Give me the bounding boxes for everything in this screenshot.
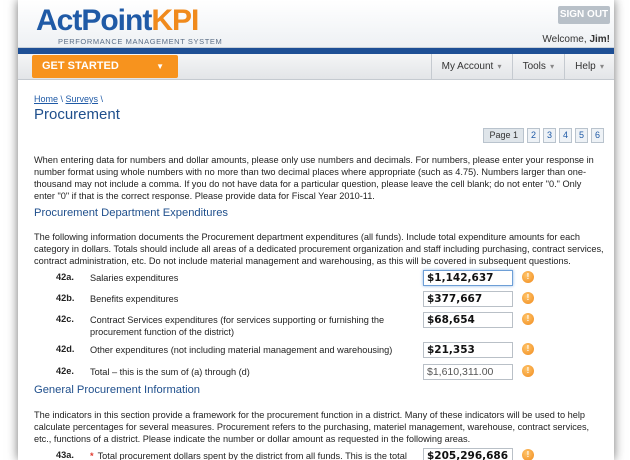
question-number: 42d. [56, 344, 75, 354]
question-row-43a: 43a. * Total procurement dollars spent by… [34, 448, 604, 460]
chevron-down-icon: ▾ [547, 62, 555, 71]
other-expenditures-input[interactable]: $21,353 [423, 342, 513, 358]
info-icon[interactable]: ! [522, 365, 534, 377]
header: ActPointKPI PERFORMANCE MANAGEMENT SYSTE… [18, 0, 614, 48]
question-label-text: Total procurement dollars spent by the d… [97, 451, 407, 460]
app-window: ActPointKPI PERFORMANCE MANAGEMENT SYSTE… [18, 0, 614, 460]
page-4-link[interactable]: 4 [559, 128, 572, 143]
question-label: Salaries expenditures [90, 273, 179, 283]
page-5-link[interactable]: 5 [575, 128, 588, 143]
logo-kpi-text: KPI [151, 4, 199, 37]
info-icon[interactable]: ! [522, 343, 534, 355]
question-label: Contract Services expenditures (for serv… [90, 315, 385, 337]
pagination: Page 1 2 3 4 5 6 [483, 128, 604, 143]
question-row-42c: 42c. Contract Services expenditures (for… [34, 312, 604, 337]
question-label: Total – this is the sum of (a) through (… [90, 367, 250, 377]
breadcrumb-surveys[interactable]: Surveys [66, 94, 99, 104]
section-description-expenditures: The following information documents the … [34, 232, 604, 266]
info-icon[interactable]: ! [522, 292, 534, 304]
question-row-42a: 42a. Salaries expenditures $1,142,637 ! [34, 270, 604, 288]
question-row-42b: 42b. Benefits expenditures $377,667 ! [34, 291, 604, 309]
breadcrumb: Home \ Surveys \ [34, 94, 104, 104]
chevron-down-icon: ▾ [597, 62, 604, 71]
required-marker: * [90, 451, 94, 460]
nav-bar: GET STARTED ▼ My Account ▾ Tools ▾ Help … [18, 54, 614, 80]
welcome-prefix: Welcome, [542, 34, 590, 45]
benefits-expenditures-input[interactable]: $377,667 [423, 291, 513, 307]
page-6-link[interactable]: 6 [591, 128, 604, 143]
logo-act-text: ActPoint [36, 4, 152, 37]
main-content: Home \ Surveys \ Procurement Page 1 2 3 … [34, 94, 604, 460]
page-title: Procurement [34, 106, 120, 123]
info-icon[interactable]: ! [522, 449, 534, 460]
question-number: 42a. [56, 272, 74, 282]
page-1-current: Page 1 [483, 128, 524, 143]
nav-tools-label: Tools [522, 61, 546, 72]
question-label: Benefits expenditures [90, 294, 179, 304]
page-2-link[interactable]: 2 [527, 128, 540, 143]
get-started-button[interactable]: GET STARTED ▼ [32, 55, 178, 78]
salaries-expenditures-input[interactable]: $1,142,637 [423, 270, 513, 286]
question-label: * Total procurement dollars spent by the … [90, 450, 430, 460]
sign-out-button[interactable]: SIGN OUT [558, 6, 610, 24]
welcome-user: Jim! [589, 34, 610, 45]
nav-menu: My Account ▾ Tools ▾ Help ▾ [430, 54, 614, 80]
logo-tagline: PERFORMANCE MANAGEMENT SYSTEM [58, 37, 223, 46]
question-row-42d: 42d. Other expenditures (not including m… [34, 342, 604, 360]
question-row-42e: 42e. Total – this is the sum of (a) thro… [34, 364, 604, 382]
contract-services-expenditures-input[interactable]: $68,654 [423, 312, 513, 328]
info-icon[interactable]: ! [522, 271, 534, 283]
question-number: 42e. [56, 366, 74, 376]
total-expenditures-readonly: $1,610,311.00 [423, 364, 513, 380]
info-icon[interactable]: ! [522, 313, 534, 325]
total-procurement-dollars-input[interactable]: $205,296,686 [423, 448, 513, 460]
section-description-general: The indicators in this section provide a… [34, 410, 590, 444]
actpoint-kpi-logo[interactable]: ActPointKPI PERFORMANCE MANAGEMENT SYSTE… [36, 4, 223, 47]
nav-tools[interactable]: Tools ▾ [511, 54, 565, 80]
question-number: 43a. [56, 450, 74, 460]
question-number: 42c. [56, 314, 74, 324]
welcome-message: Welcome, Jim! [542, 34, 610, 45]
nav-help[interactable]: Help ▾ [564, 54, 614, 80]
page-3-link[interactable]: 3 [543, 128, 556, 143]
chevron-down-icon: ▾ [495, 62, 502, 71]
section-title-general: General Procurement Information [34, 384, 201, 396]
chevron-down-icon: ▼ [156, 62, 164, 71]
question-label: Other expenditures (not including materi… [90, 345, 393, 355]
breadcrumb-home[interactable]: Home [34, 94, 58, 104]
instructions-text: When entering data for numbers and dolla… [34, 155, 594, 201]
section-title-expenditures: Procurement Department Expenditures [34, 207, 229, 219]
nav-help-label: Help [575, 61, 596, 72]
nav-my-account-label: My Account [441, 61, 494, 72]
nav-my-account[interactable]: My Account ▾ [430, 54, 512, 80]
question-number: 42b. [56, 293, 75, 303]
get-started-label: GET STARTED [42, 60, 119, 72]
